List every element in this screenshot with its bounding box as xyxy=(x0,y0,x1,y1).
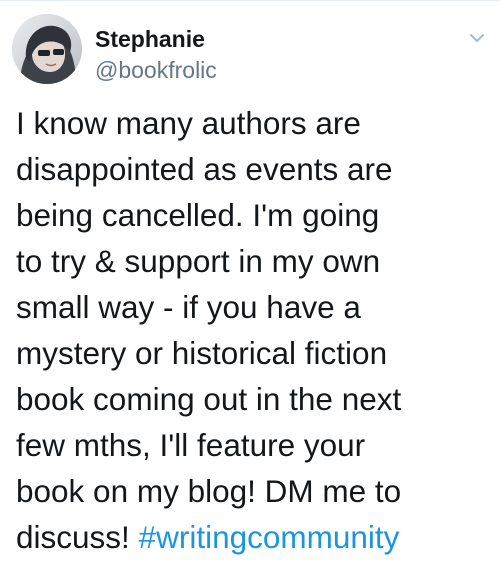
tweet-text-line: mystery or historical fiction xyxy=(16,335,388,371)
tweet-text-line: I know many authors are xyxy=(16,105,361,141)
chevron-down-icon[interactable] xyxy=(463,24,491,52)
tweet-text-line: being cancelled. I'm going xyxy=(16,197,380,233)
tweet-text-line: discuss! xyxy=(16,519,130,555)
author-display-name[interactable]: Stephanie xyxy=(95,25,205,53)
tweet-text-line: few mths, I'll feature your xyxy=(16,427,366,463)
tweet-text-line: book coming out in the next xyxy=(16,381,402,417)
author-handle[interactable]: @bookfrolic xyxy=(95,56,217,84)
tweet-text-line: to try & support in my own xyxy=(16,243,381,279)
tweet-text-line: disappointed as events are xyxy=(16,151,393,187)
avatar[interactable] xyxy=(12,14,82,84)
tweet-text: I know many authors are disappointed as … xyxy=(16,100,494,560)
tweet-text-line: small way - if you have a xyxy=(16,289,361,325)
tweet-card: Stephanie @bookfrolic I know many author… xyxy=(0,0,500,576)
tweet-text-last-line: discuss! #writingcommunity xyxy=(16,514,494,560)
hashtag-link[interactable]: #writingcommunity xyxy=(139,519,400,555)
tweet-text-line: book on my blog! DM me to xyxy=(16,473,402,509)
avatar-photo xyxy=(12,14,82,84)
